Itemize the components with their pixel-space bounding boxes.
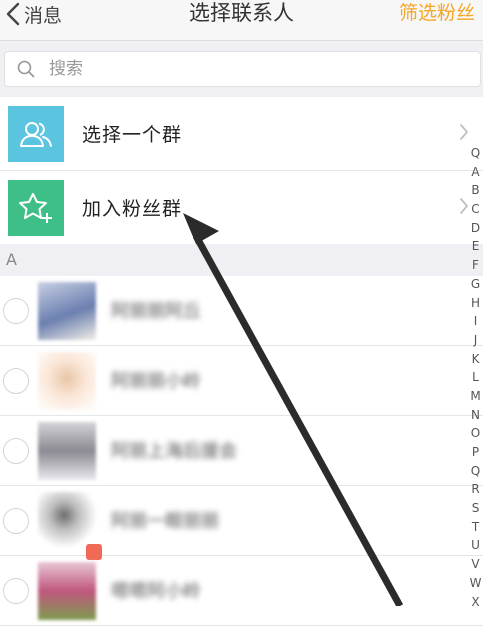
index-letter[interactable]: X	[468, 593, 483, 612]
list-item[interactable]: 阿丽上海后援会	[0, 416, 483, 486]
index-letter[interactable]: Q	[468, 462, 483, 481]
group-icon	[8, 105, 64, 162]
avatar	[38, 352, 96, 410]
filter-fans-button[interactable]: 筛选粉丝	[399, 0, 475, 28]
avatar	[38, 562, 96, 620]
index-letter[interactable]: A	[468, 163, 483, 182]
select-radio[interactable]	[3, 578, 29, 604]
index-letter[interactable]: R	[468, 480, 483, 499]
select-radio[interactable]	[3, 438, 29, 464]
avatar	[38, 492, 96, 550]
contact-name: 阿丽一眼丽丽	[111, 511, 219, 532]
index-letter[interactable]: V	[468, 555, 483, 574]
contact-name: 阿丽上海后援会	[111, 441, 237, 462]
chevron-right-icon	[460, 124, 468, 140]
avatar	[38, 422, 96, 480]
select-radio[interactable]	[3, 368, 29, 394]
select-radio[interactable]	[3, 508, 29, 534]
alphabet-index[interactable]: QABCDEFGHIJKLMNOPQRSTUVWX	[468, 144, 483, 611]
select-radio[interactable]	[3, 298, 29, 324]
section-header-a: A	[0, 244, 483, 275]
select-group-row[interactable]: 选择一个群	[0, 97, 483, 171]
index-letter[interactable]: P	[468, 443, 483, 462]
index-letter[interactable]: I	[468, 312, 483, 331]
index-letter[interactable]: K	[468, 350, 483, 369]
index-letter[interactable]: U	[468, 536, 483, 555]
index-letter[interactable]: O	[468, 424, 483, 443]
avatar	[38, 282, 96, 340]
contact-list: 阿丽丽阿丘 阿丽丽小岭 阿丽上海后援会 阿丽一眼丽丽 嗯嗯阿小岭	[0, 276, 483, 626]
index-letter[interactable]: J	[468, 331, 483, 350]
index-letter[interactable]: L	[468, 368, 483, 387]
contact-name: 阿丽丽小岭	[111, 371, 201, 392]
select-group-label: 选择一个群	[82, 124, 183, 146]
section-letter: A	[6, 250, 17, 269]
index-letter[interactable]: N	[468, 406, 483, 425]
index-letter[interactable]: M	[468, 387, 483, 406]
index-letter[interactable]: E	[468, 237, 483, 256]
index-letter[interactable]: C	[468, 200, 483, 219]
index-letter[interactable]: H	[468, 294, 483, 313]
index-letter[interactable]: F	[468, 256, 483, 275]
index-letter[interactable]: W	[468, 574, 483, 593]
star-add-icon	[8, 179, 64, 236]
search-icon	[17, 60, 35, 78]
list-item[interactable]: 阿丽丽阿丘	[0, 276, 483, 346]
contact-name: 嗯嗯阿小岭	[111, 581, 201, 602]
index-letter[interactable]: T	[468, 518, 483, 537]
search-box[interactable]	[4, 51, 481, 87]
index-letter[interactable]: G	[468, 275, 483, 294]
join-fan-group-row[interactable]: 加入粉丝群	[0, 171, 483, 244]
search-bar	[0, 41, 483, 97]
join-fan-group-label: 加入粉丝群	[82, 198, 183, 220]
contact-name: 阿丽丽阿丘	[111, 301, 201, 322]
index-letter[interactable]: B	[468, 181, 483, 200]
group-options: 选择一个群 加入粉丝群	[0, 97, 483, 244]
nav-bar: 消息 选择联系人 筛选粉丝	[0, 0, 483, 41]
list-item[interactable]: 阿丽丽小岭	[0, 346, 483, 416]
index-letter[interactable]: Q	[468, 144, 483, 163]
list-item[interactable]: 阿丽一眼丽丽	[0, 486, 483, 560]
index-letter[interactable]: D	[468, 219, 483, 238]
list-item[interactable]: 嗯嗯阿小岭	[0, 556, 483, 626]
index-letter[interactable]: S	[468, 499, 483, 518]
search-input[interactable]	[47, 58, 431, 80]
